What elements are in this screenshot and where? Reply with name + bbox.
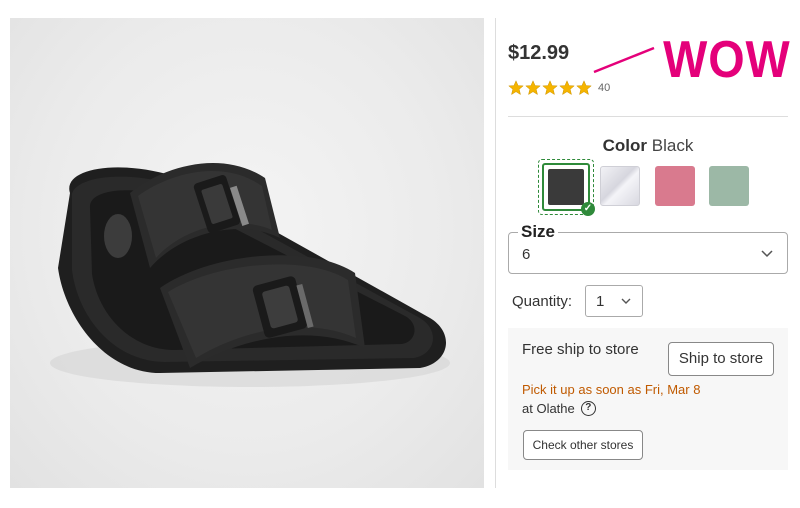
sandal-image (50, 162, 450, 387)
star-icon (559, 80, 575, 96)
color-label: Color (602, 136, 648, 155)
checkmark-icon: ✓ (581, 202, 595, 216)
swatch-pink[interactable] (655, 166, 695, 206)
quantity-label: Quantity: (512, 293, 573, 310)
price: $12.99 (508, 42, 570, 64)
wow-text: WOW (663, 31, 791, 89)
size-value: 6 (522, 246, 531, 263)
star-icon (542, 80, 558, 96)
ship-to-store-title: Free ship to store (522, 341, 639, 358)
wow-annotation: WOW (592, 30, 797, 89)
quantity-select[interactable] (585, 285, 643, 317)
chevron-down-icon (621, 298, 631, 304)
star-rating[interactable]: 40 (508, 80, 610, 96)
help-icon[interactable]: ? (580, 401, 596, 416)
star-icon (576, 80, 592, 96)
check-other-stores-button[interactable]: Check other stores (523, 430, 643, 460)
quantity-value: 1 (596, 293, 605, 310)
store-line: at Olathe ? (522, 401, 596, 416)
store-name: at Olathe (522, 401, 575, 416)
rating-count: 40 (598, 82, 611, 94)
vertical-divider (495, 18, 496, 488)
star-icon (525, 80, 541, 96)
product-image[interactable] (10, 18, 484, 488)
horizontal-divider (508, 116, 788, 117)
color-heading: Color Black (508, 136, 788, 156)
swatch-white[interactable] (600, 166, 640, 206)
color-value: Black (651, 136, 694, 155)
swatch-black-fill (548, 169, 584, 205)
star-icon (508, 80, 524, 96)
size-label: Size (518, 222, 559, 242)
pickup-date-text: Pick it up as soon as Fri, Mar 8 (522, 382, 701, 397)
swatch-green[interactable] (709, 166, 749, 206)
ship-to-store-button[interactable]: Ship to store (668, 342, 774, 376)
chevron-down-icon (761, 250, 773, 258)
